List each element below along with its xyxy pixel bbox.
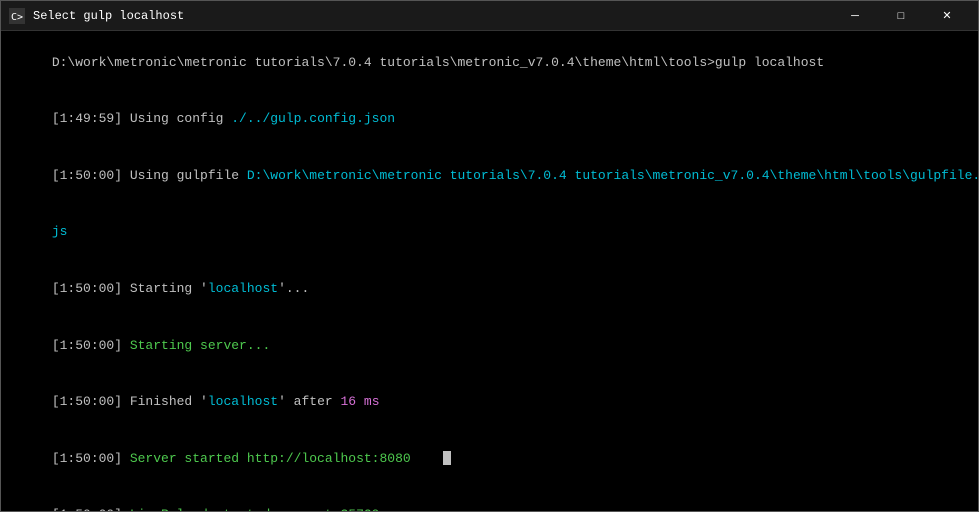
terminal: D:\work\metronic\metronic tutorials\7.0.… [1,31,978,511]
line-segment [411,451,442,466]
line-segment: [1:49:59] Using config [52,111,231,126]
line-segment: ./../gulp.config.json [231,111,395,126]
title-bar-controls: ─ □ ✕ [832,1,970,31]
terminal-icon: C> [9,8,25,24]
terminal-line: js [5,205,974,262]
line-segment: D:\work\metronic\metronic tutorials\7.0.… [52,55,715,70]
terminal-line: [1:50:00] Server started http://localhos… [5,431,974,488]
line-segment: [1:50:00] Using gulpfile [52,168,247,183]
line-segment: '... [278,281,309,296]
line-segment: LiveReload started on port 35729 [130,507,380,511]
line-segment: D:\work\metronic\metronic tutorials\7.0.… [247,168,978,183]
line-segment: ' after [278,394,340,409]
line-segment: [1:50:00] Starting ' [52,281,208,296]
terminal-line: [1:50:00] LiveReload started on port 357… [5,487,974,511]
line-segment: localhost [208,394,278,409]
title-bar: C> Select gulp localhost ─ □ ✕ [1,1,978,31]
close-button[interactable]: ✕ [924,1,970,31]
title-bar-left: C> Select gulp localhost [9,8,184,24]
line-segment: [1:50:00] [52,338,130,353]
terminal-line: [1:50:00] Starting 'localhost'... [5,261,974,318]
line-segment: Starting server... [130,338,270,353]
terminal-line: [1:49:59] Using config ./../gulp.config.… [5,92,974,149]
line-segment: js [52,224,68,239]
line-segment: localhost [208,281,278,296]
title-bar-title: Select gulp localhost [33,9,184,23]
terminal-line: [1:50:00] Using gulpfile D:\work\metroni… [5,148,974,205]
terminal-line: [1:50:00] Finished 'localhost' after 16 … [5,374,974,431]
window: C> Select gulp localhost ─ □ ✕ D:\work\m… [0,0,979,512]
line-segment: [1:50:00] [52,507,130,511]
line-segment: Server started http://localhost:8080 [130,451,411,466]
line-segment: gulp localhost [715,55,824,70]
line-segment: [1:50:00] Finished ' [52,394,208,409]
terminal-cursor [443,451,451,465]
line-segment: [1:50:00] [52,451,130,466]
minimize-button[interactable]: ─ [832,1,878,31]
terminal-line: D:\work\metronic\metronic tutorials\7.0.… [5,35,974,92]
svg-text:C>: C> [11,12,23,23]
terminal-line: [1:50:00] Starting server... [5,318,974,375]
maximize-button[interactable]: □ [878,1,924,31]
line-segment: 16 ms [340,394,379,409]
